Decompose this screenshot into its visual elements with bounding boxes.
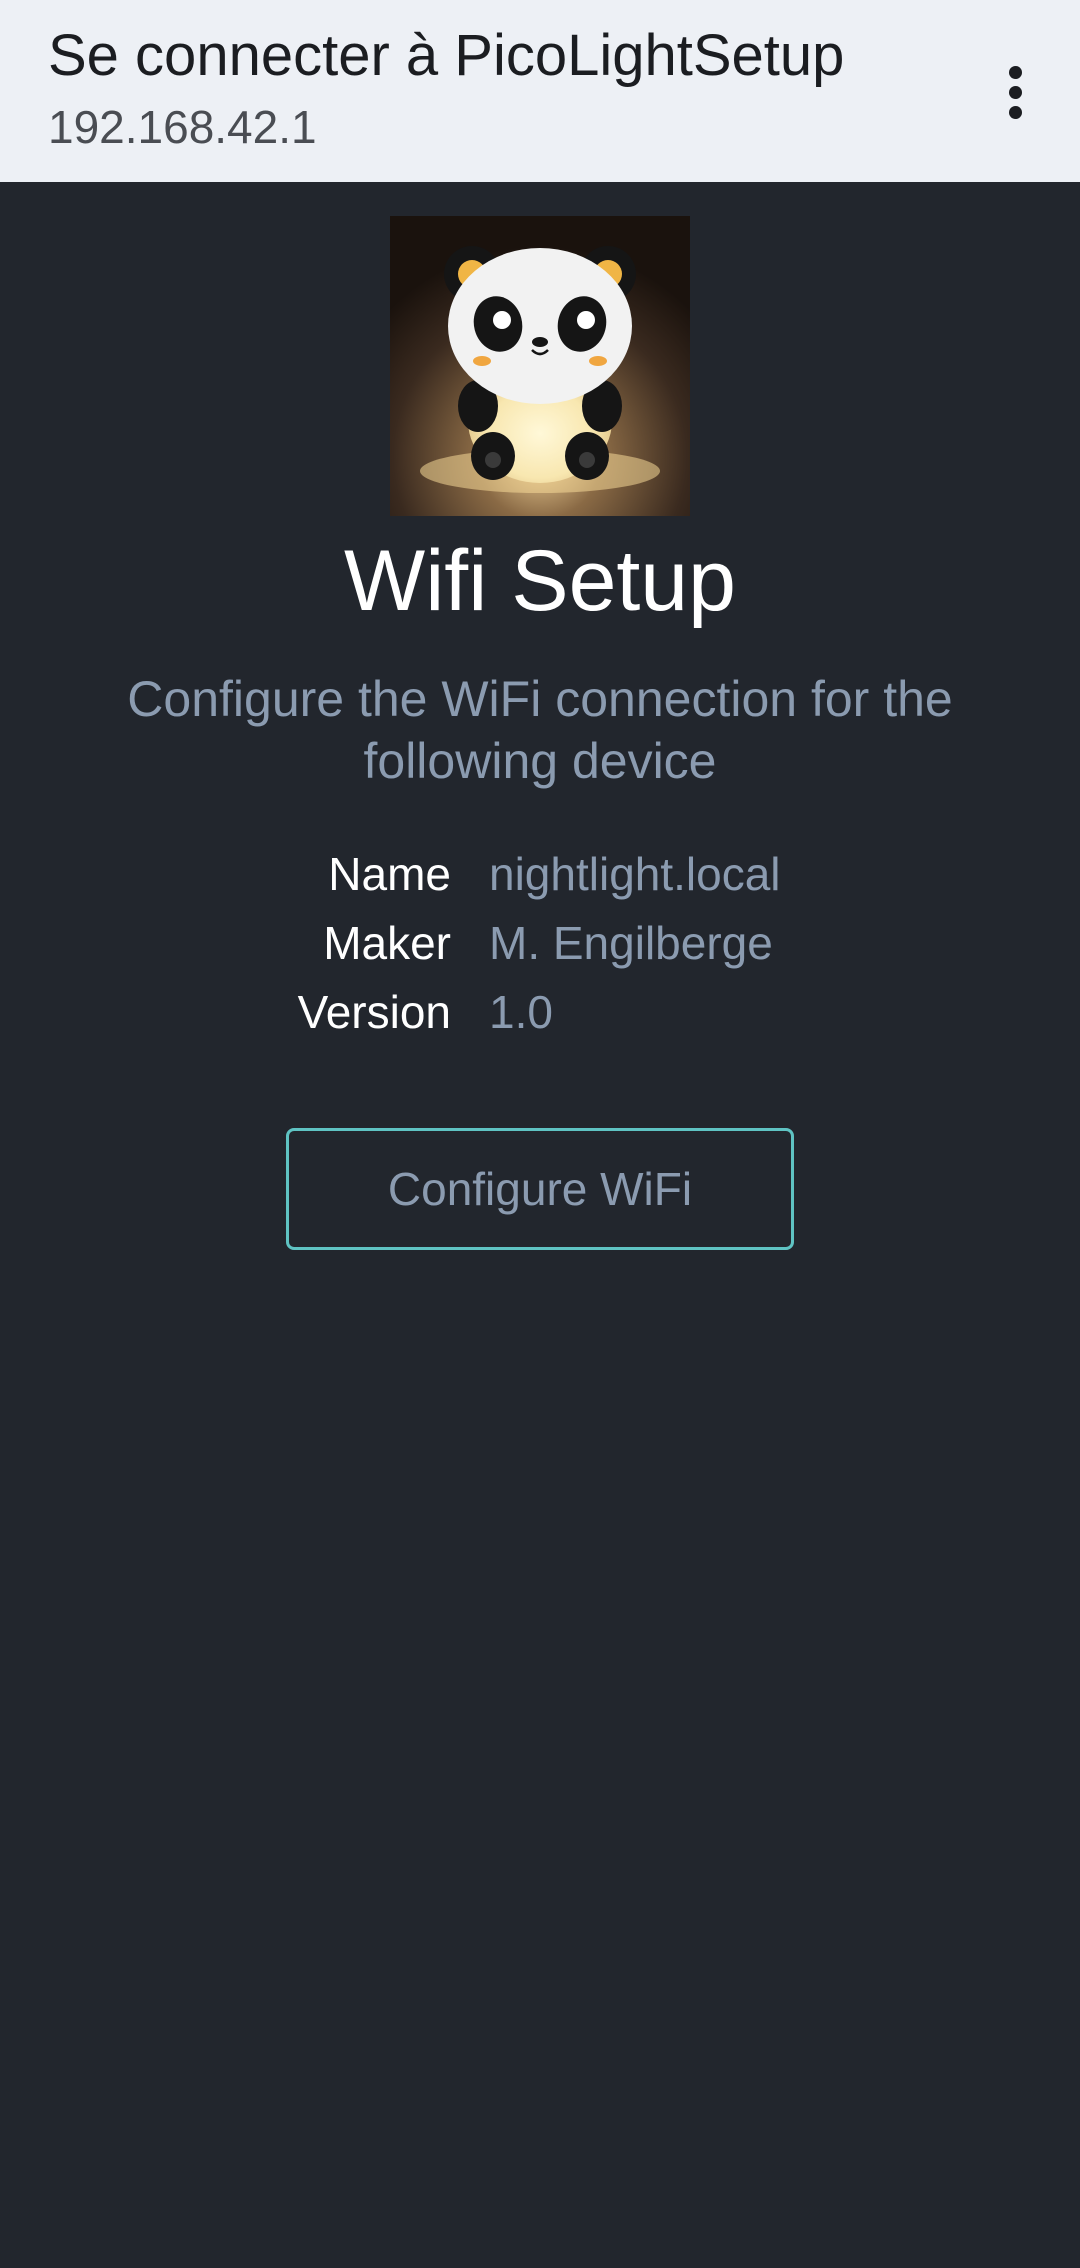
setup-description: Configure the WiFi connection for the fo… — [127, 671, 953, 789]
page-url: 192.168.42.1 — [48, 101, 317, 153]
device-info-key: Version — [297, 986, 451, 1038]
more-options-button[interactable] — [980, 52, 1050, 132]
page-title: Se connecter à PicoLightSetup — [48, 23, 845, 88]
setup-heading: Wifi Setup — [344, 533, 736, 629]
device-info-row-name: Name nightlight.local — [0, 847, 1080, 916]
more-vert-icon-dot — [1008, 85, 1022, 99]
device-info-value: M. Engilberge — [489, 917, 773, 969]
configure-wifi-button[interactable]: Configure WiFi — [286, 1128, 794, 1250]
more-vert-icon-dot — [1008, 105, 1022, 119]
device-info-value: 1.0 — [489, 986, 553, 1038]
device-info-row-maker: Maker M. Engilberge — [0, 916, 1080, 985]
device-info-row-version: Version 1.0 — [0, 985, 1080, 1054]
device-info-value: nightlight.local — [489, 848, 781, 900]
browser-top-bar: Se connecter à PicoLightSetup 192.168.42… — [0, 0, 1080, 182]
panda-nightlight-icon — [390, 216, 690, 516]
device-info-key: Name — [328, 848, 451, 900]
device-info-key: Maker — [323, 917, 451, 969]
main-content: Wifi Setup Configure the WiFi connection… — [0, 182, 1080, 2268]
device-info-list: Name nightlight.local Maker M. Engilberg… — [0, 847, 1080, 1054]
more-vert-icon — [1008, 65, 1022, 79]
